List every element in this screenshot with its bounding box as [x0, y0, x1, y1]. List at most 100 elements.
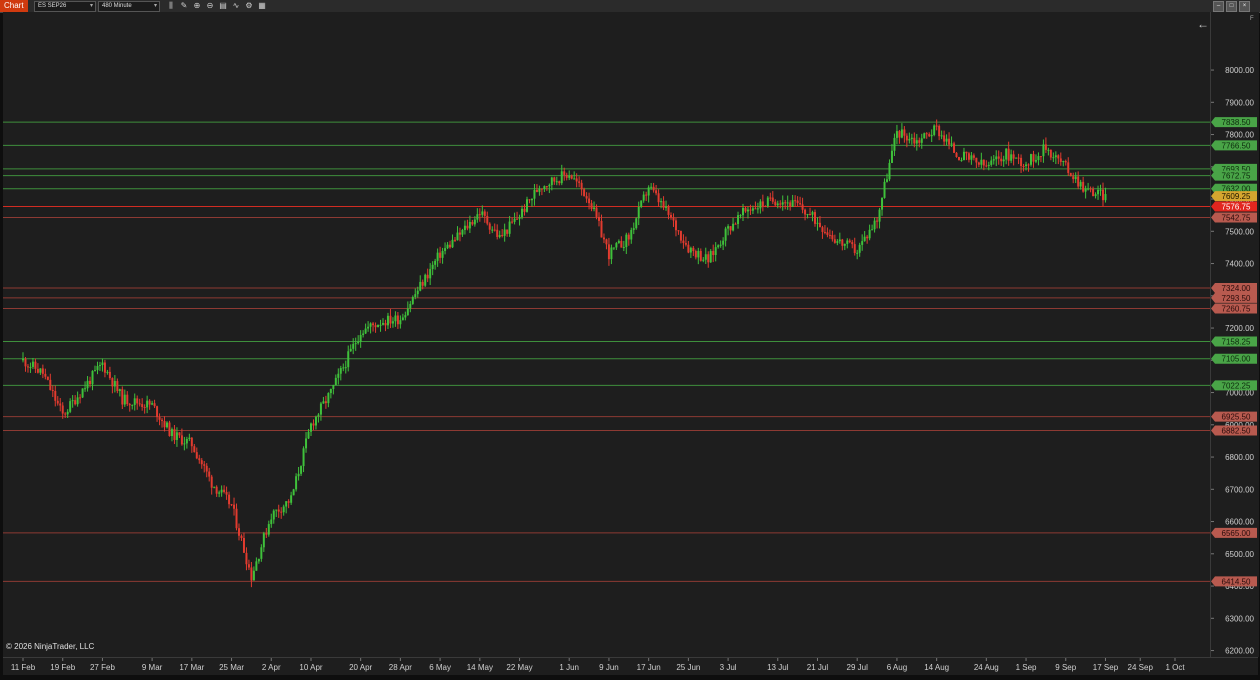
candle-body	[528, 199, 531, 201]
candle-body	[876, 220, 879, 222]
candle-body	[116, 381, 119, 392]
draw-icon[interactable]: ✎	[179, 1, 189, 11]
candle-body	[970, 155, 973, 160]
candle-body	[451, 239, 454, 248]
maximize-icon[interactable]: □	[1226, 1, 1237, 12]
price-chart[interactable]	[3, 12, 1210, 657]
candle-body	[146, 400, 149, 408]
level-price-flag: 7672.75	[1211, 170, 1257, 181]
candle-body	[871, 229, 874, 231]
candle-body	[26, 366, 29, 368]
level-price-flag: 7260.75	[1211, 303, 1257, 314]
candle-body	[744, 207, 747, 212]
level-price-flag: 7105.00	[1211, 353, 1257, 364]
candle-body	[166, 422, 168, 428]
candle-body	[307, 431, 310, 439]
candle-body	[1082, 181, 1085, 192]
interval-label: 480 Minute	[102, 3, 132, 9]
candle-body	[987, 164, 990, 166]
candle-body	[131, 404, 134, 406]
candle-body	[704, 254, 707, 260]
zoom-in-icon[interactable]: ⊕	[192, 1, 202, 11]
candle-body	[992, 159, 995, 161]
level-price-label: 6565.00	[1222, 529, 1251, 538]
candle-body	[1097, 189, 1100, 195]
candle-body	[518, 217, 521, 219]
bars-icon[interactable]: ⫼	[166, 1, 176, 11]
candle-body	[826, 232, 829, 235]
candle-body	[697, 250, 700, 258]
instrument-selector[interactable]: ES SEP26 ▾	[34, 1, 96, 12]
candle-body	[831, 235, 834, 240]
candle-body	[314, 416, 317, 426]
candle-body	[977, 162, 980, 165]
candle-body	[776, 203, 779, 206]
candle-body	[535, 189, 538, 192]
candle-body	[54, 390, 57, 401]
time-tick-label: 25 Mar	[219, 663, 244, 672]
time-tick-label: 1 Oct	[1165, 663, 1185, 672]
candle-body	[235, 508, 238, 529]
candle-body	[312, 423, 315, 426]
candle-body	[739, 215, 742, 217]
candle-body	[126, 394, 129, 405]
arrow-left-icon[interactable]: ←	[1197, 17, 1209, 31]
candle-body	[846, 240, 849, 244]
time-tick-label: 14 Aug	[924, 663, 949, 672]
interval-selector[interactable]: 480 Minute ▾	[98, 1, 160, 12]
candle-body	[471, 221, 474, 225]
candle-body	[982, 159, 985, 166]
candle-body	[101, 362, 104, 366]
close-icon[interactable]: ×	[1239, 1, 1250, 12]
candle-body	[478, 214, 481, 216]
candle-body	[804, 209, 807, 215]
time-axis[interactable]: 11 Feb 19 Feb 27 Feb 9 Mar 17 Mar 25 Mar 2 Apr…	[3, 657, 1258, 675]
candle-body	[411, 296, 414, 304]
level-price-flag: 7158.25	[1211, 336, 1257, 347]
candle-body	[568, 175, 571, 178]
candle-body	[821, 227, 824, 232]
candle-body	[456, 232, 459, 241]
level-price-flag: 6882.50	[1211, 425, 1257, 436]
candle-body	[722, 240, 725, 245]
strategies-icon[interactable]: ⚙	[244, 1, 254, 11]
candle-body	[972, 155, 975, 158]
chart-tab[interactable]: Chart	[0, 0, 28, 12]
candle-body	[997, 156, 1000, 159]
candle-body	[746, 209, 749, 212]
candle-body	[257, 558, 260, 562]
candle-body	[863, 236, 866, 242]
level-price-label: 7158.25	[1222, 338, 1251, 347]
candle-body	[185, 438, 188, 444]
level-price-label: 7576.75	[1222, 203, 1251, 212]
candle-body	[550, 177, 553, 186]
candle-body	[81, 388, 84, 398]
candle-body	[923, 133, 926, 139]
candle-body	[506, 229, 509, 234]
level-price-flag: 7324.00	[1211, 283, 1257, 294]
candle-body	[1020, 157, 1023, 167]
level-price-label: 7105.00	[1222, 355, 1251, 364]
indicators-icon[interactable]: ∿	[231, 1, 241, 11]
candle-body	[357, 341, 360, 344]
candle-body	[228, 494, 231, 505]
candle-body	[573, 178, 576, 180]
time-tick-label: 20 Apr	[349, 663, 372, 672]
candle-body	[195, 452, 198, 459]
minimize-icon[interactable]: –	[1213, 1, 1224, 12]
candle-body	[138, 403, 141, 405]
time-tick-label: 24 Sep	[1128, 663, 1154, 672]
level-price-label: 7838.50	[1222, 118, 1251, 127]
candle-body	[419, 281, 422, 291]
properties-icon[interactable]: ▤	[218, 1, 228, 11]
candle-body	[225, 492, 228, 495]
templates-icon[interactable]: ▦	[257, 1, 267, 11]
candle-body	[513, 218, 516, 222]
candle-body	[498, 235, 501, 237]
price-axis[interactable]: 8000.007900.007800.007700.007600.007500.…	[1210, 12, 1259, 657]
candle-body	[905, 135, 908, 141]
candle-body	[1034, 160, 1037, 162]
price-tick-label: 6800.00	[1225, 453, 1254, 462]
zoom-out-icon[interactable]: ⊖	[205, 1, 215, 11]
candle-body	[394, 315, 397, 322]
